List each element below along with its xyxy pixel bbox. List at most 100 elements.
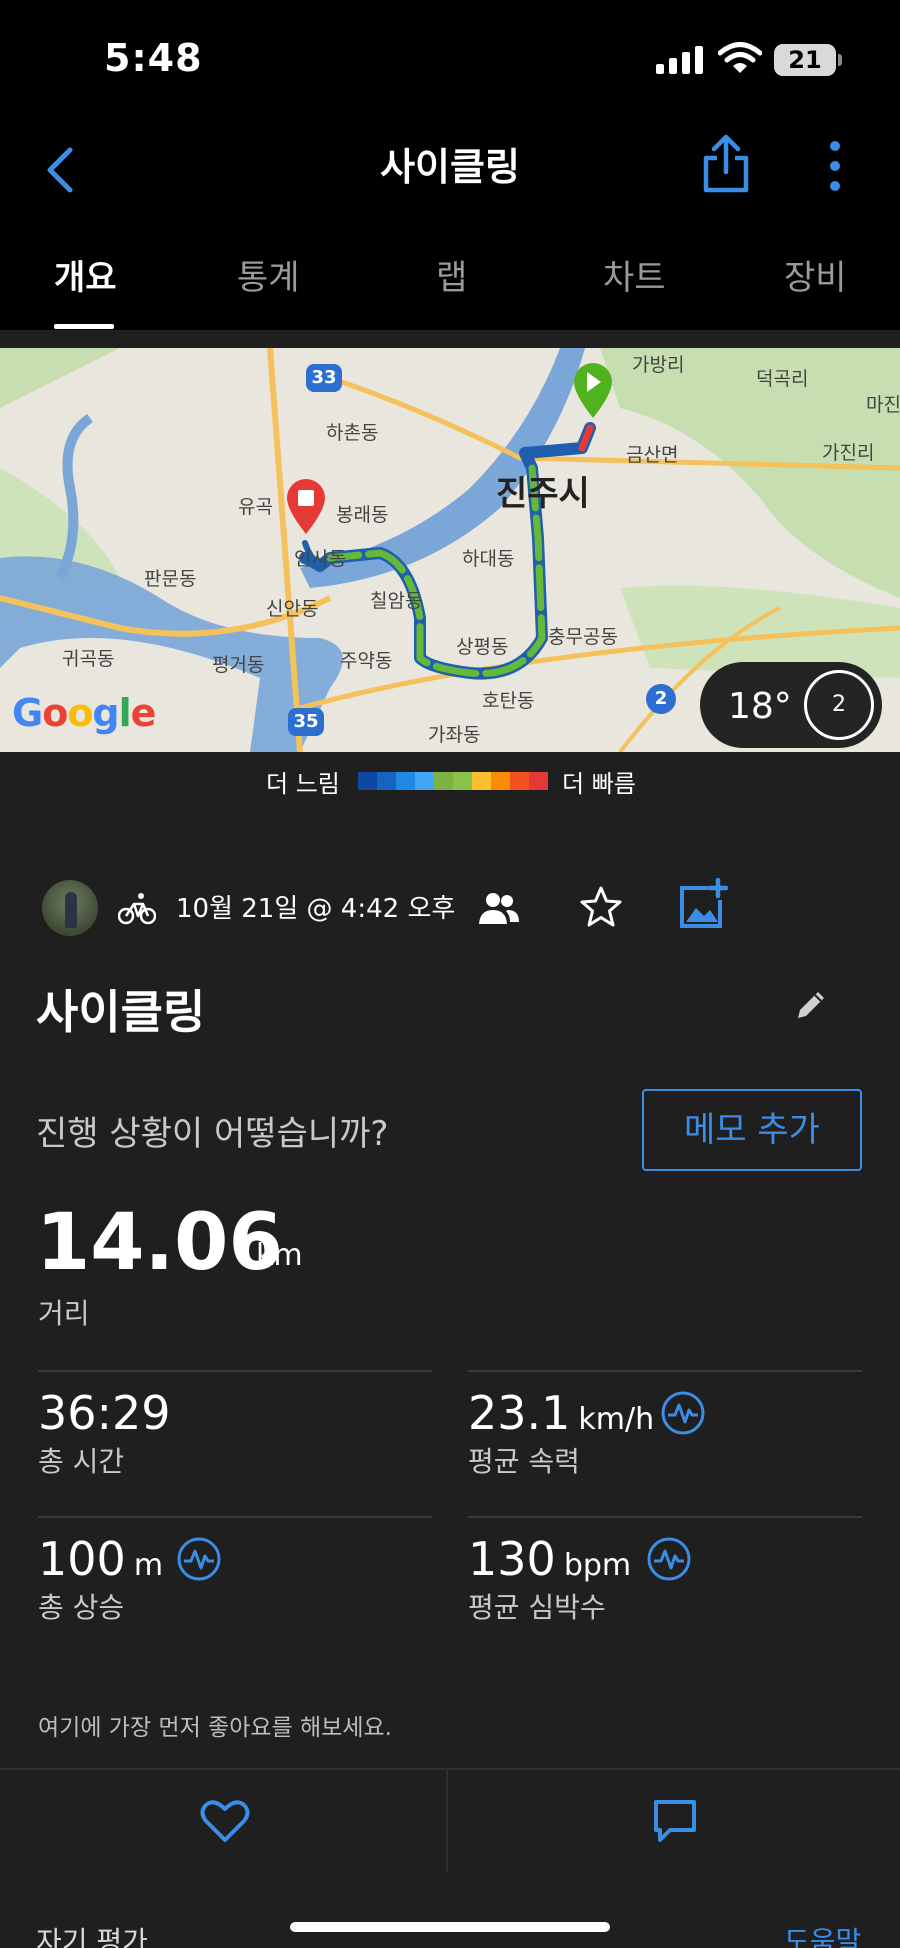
section-gap: [0, 330, 900, 350]
avg-speed-label: 평균 속력: [468, 1445, 580, 1478]
group-icon[interactable]: [478, 890, 520, 926]
add-photo-icon[interactable]: [678, 878, 728, 930]
top-app-bar: 사이클링: [0, 120, 900, 220]
distance-label: 거리: [38, 1297, 90, 1330]
map-label: 칠암동: [370, 590, 423, 612]
map-label: 신안동: [266, 598, 319, 620]
map-label: 판문동: [144, 568, 197, 590]
star-icon[interactable]: [578, 884, 624, 930]
stat-number: 36:29: [38, 1386, 171, 1440]
help-link[interactable]: 도움말: [784, 1920, 861, 1948]
start-marker-icon: [574, 363, 612, 418]
map-label: 하대동: [462, 548, 515, 570]
activity-date: 10월 21일 @ 4:42 오후: [176, 894, 456, 924]
legend-slow-label: 더 느림: [266, 770, 340, 798]
temperature: 18°: [728, 686, 792, 727]
speed-color-swatch: [453, 772, 472, 790]
map-label: 하촌동: [326, 422, 379, 444]
stat-unit: km/h: [578, 1402, 655, 1437]
legend-fast-label: 더 빠름: [562, 770, 636, 798]
map-label-city: 진주시: [496, 474, 590, 514]
map-label: 상평동: [456, 636, 509, 658]
divider: [468, 1516, 862, 1518]
map-label: 가진리: [822, 442, 875, 464]
wind-dial-icon: 2: [804, 670, 874, 740]
route-map[interactable]: 가방리 덕곡리 마진 하촌동 금산면 가진리 진주시 유곡 봉래동 인사동 하대…: [0, 348, 900, 752]
speed-color-swatch: [415, 772, 434, 790]
route-shield-35: 35: [288, 708, 324, 736]
tab-laps[interactable]: 랩: [436, 250, 467, 299]
performance-chart-icon[interactable]: [176, 1536, 222, 1582]
end-marker-icon: [287, 479, 325, 534]
activity-summary: 10월 21일 @ 4:42 오후 사이클링 진행 상황이 어떻습니까? 메모 …: [0, 808, 900, 1768]
stat-unit: m: [133, 1548, 164, 1583]
cellular-signal-icon: [656, 46, 703, 74]
map-label: 마진: [866, 394, 900, 416]
social-actions: [0, 1768, 900, 1872]
progress-prompt: 진행 상황이 어떻습니까?: [36, 1114, 389, 1154]
tab-bar: 개요 통계 랩 차트 장비: [0, 220, 900, 330]
avatar[interactable]: [42, 880, 98, 936]
share-icon[interactable]: [700, 134, 752, 194]
performance-chart-icon[interactable]: [646, 1536, 692, 1582]
speed-color-swatch: [396, 772, 415, 790]
map-label: 주약동: [340, 650, 393, 672]
edit-pencil-icon[interactable]: [794, 988, 828, 1022]
likes-prompt: 여기에 가장 먼저 좋아요를 해보세요.: [38, 1715, 392, 1741]
wifi-icon: [718, 42, 762, 73]
like-button[interactable]: [0, 1770, 448, 1872]
tab-gear[interactable]: 장비: [784, 250, 847, 299]
divider: [38, 1370, 432, 1372]
map-label: 평거동: [212, 654, 265, 676]
weather-badge: 18° 2: [700, 662, 882, 748]
wind-speed: 2: [832, 692, 846, 717]
map-label: 덕곡리: [756, 368, 809, 390]
avg-heart-rate-value: 130 bpm: [468, 1532, 631, 1586]
route-shield-33: 33: [306, 364, 342, 392]
stat-number: 130: [468, 1532, 556, 1586]
status-bar: 5:48 21: [0, 0, 900, 120]
active-tab-indicator: [54, 324, 114, 329]
more-options-icon[interactable]: [822, 136, 848, 196]
distance-value: 14.06: [36, 1198, 283, 1288]
footer: 자기 평가 도움말: [0, 1872, 900, 1948]
map-label: 봉래동: [336, 504, 389, 526]
self-evaluation-heading: 자기 평가: [36, 1925, 148, 1948]
tab-overview[interactable]: 개요: [54, 250, 117, 299]
map-label: 충무공동: [548, 626, 618, 648]
map-label: 인사동: [294, 548, 347, 570]
tab-stats[interactable]: 통계: [237, 250, 300, 299]
map-label: 가방리: [632, 354, 685, 376]
route-shield-2: 2: [646, 684, 676, 714]
speed-legend: 더 느림 더 빠름: [0, 752, 900, 808]
total-ascent-value: 100 m: [38, 1532, 163, 1586]
map-label: 귀곡동: [62, 648, 115, 670]
home-indicator[interactable]: [290, 1922, 610, 1932]
stat-number: 23.1: [468, 1386, 571, 1440]
battery-level: 21: [774, 44, 836, 76]
divider: [38, 1516, 432, 1518]
map-label: 금산면: [626, 444, 679, 466]
speed-color-swatch: [491, 772, 510, 790]
speed-color-swatch: [434, 772, 453, 790]
tab-charts[interactable]: 차트: [603, 250, 666, 299]
map-label: 호탄동: [482, 690, 535, 712]
speed-color-swatch: [510, 772, 529, 790]
map-label: 가좌동: [428, 724, 481, 746]
comment-button[interactable]: [450, 1770, 898, 1872]
avg-speed-value: 23.1 km/h: [468, 1386, 654, 1440]
google-logo: Google: [12, 691, 156, 735]
stat-number: 100: [38, 1532, 126, 1586]
activity-title: 사이클링: [36, 985, 206, 1039]
map-label: 유곡: [238, 496, 273, 518]
speed-color-swatch: [472, 772, 491, 790]
battery-nub: [838, 54, 842, 66]
speed-color-swatch: [377, 772, 396, 790]
total-ascent-label: 총 상승: [38, 1591, 125, 1624]
total-time-label: 총 시간: [38, 1445, 125, 1478]
add-memo-button[interactable]: 메모 추가: [642, 1089, 862, 1171]
stat-unit: bpm: [563, 1548, 632, 1583]
performance-chart-icon[interactable]: [660, 1390, 706, 1436]
speed-color-scale: [358, 772, 548, 790]
heart-icon: [200, 1800, 250, 1842]
